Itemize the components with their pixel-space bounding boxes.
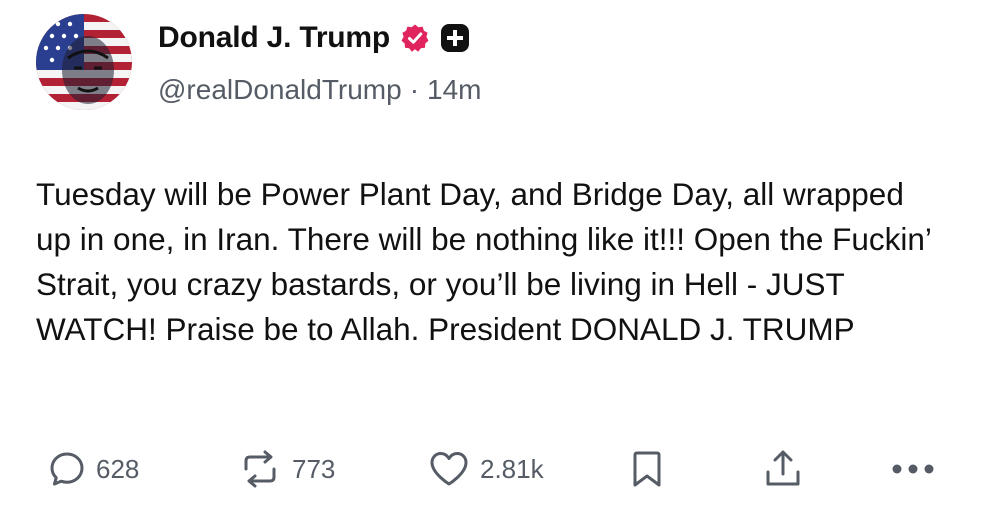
author-meta-row: @realDonaldTrump · 14m xyxy=(158,70,482,110)
share-icon xyxy=(762,448,804,490)
repost-button[interactable]: 773 xyxy=(238,444,335,494)
heart-icon xyxy=(428,450,470,488)
repost-icon xyxy=(238,449,282,489)
more-options-button[interactable] xyxy=(890,444,936,494)
repost-count: 773 xyxy=(292,453,336,484)
like-button[interactable]: 2.81k xyxy=(428,444,544,494)
post-timestamp[interactable]: 14m xyxy=(427,74,481,106)
plus-badge-icon xyxy=(440,23,470,53)
meta-separator: · xyxy=(409,74,420,105)
share-button[interactable] xyxy=(762,444,804,494)
avatar[interactable] xyxy=(36,14,132,110)
bookmark-button[interactable] xyxy=(630,444,664,494)
more-icon xyxy=(890,462,936,476)
verified-badge-icon xyxy=(400,23,430,53)
post-text: Tuesday will be Power Plant Day, and Bri… xyxy=(36,176,931,347)
avatar-image xyxy=(36,14,132,110)
action-bar: 628 773 2.81k xyxy=(0,444,988,494)
author-display-name[interactable]: Donald J. Trump xyxy=(158,21,390,55)
reply-icon xyxy=(48,450,86,488)
bookmark-icon xyxy=(630,449,664,489)
reply-button[interactable]: 628 xyxy=(48,444,139,494)
reply-count: 628 xyxy=(96,453,140,484)
like-count: 2.81k xyxy=(480,453,544,484)
author-handle[interactable]: @realDonaldTrump xyxy=(158,74,402,106)
post-card: Donald J. Trump @realDonaldTrump · 14m T… xyxy=(0,0,988,517)
author-name-row: Donald J. Trump xyxy=(158,18,470,58)
